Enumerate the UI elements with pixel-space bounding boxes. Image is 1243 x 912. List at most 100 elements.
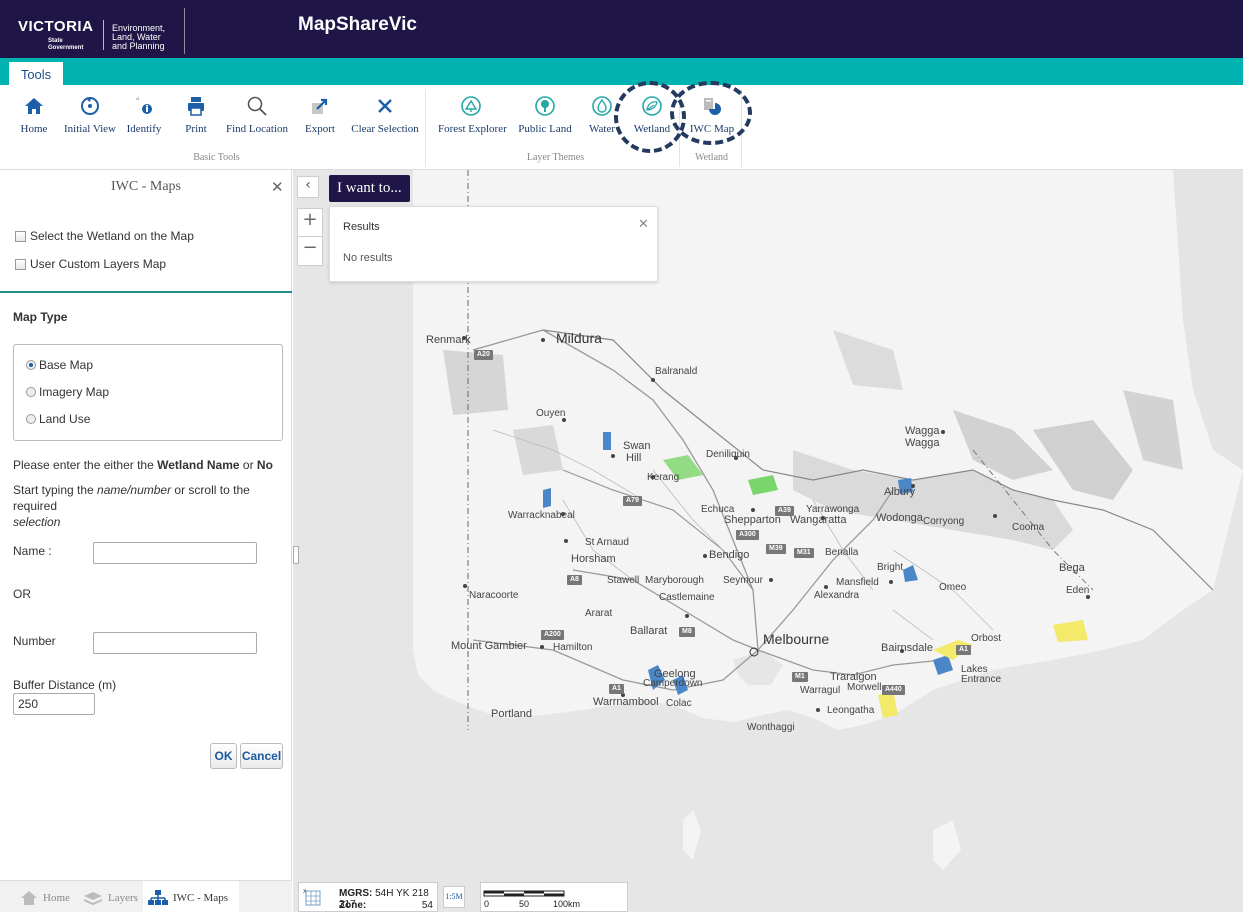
coordinate-readout[interactable]: X MGRS: 54H YK 218 317 Zone: 54 [298, 882, 438, 912]
place-label: Ouyen [536, 408, 566, 419]
print-button[interactable]: Print [176, 95, 216, 145]
instruction-no: No [256, 458, 273, 472]
buffer-input[interactable] [13, 693, 95, 715]
bottom-tab-layers[interactable]: Layers [83, 888, 138, 908]
radio-base-map[interactable]: Base Map [26, 358, 93, 372]
svg-text:X: X [303, 889, 307, 895]
place-label: St Arnaud [585, 537, 629, 548]
logo-sub: State Government [48, 38, 83, 52]
group-basic-tools: Home Initial View Identify Print Find Lo… [8, 89, 426, 167]
place-label: Entrance [961, 674, 1002, 685]
place-label: Kerang [647, 472, 680, 483]
place-label: Eden [1066, 585, 1090, 596]
logo-separator [103, 20, 104, 50]
hint-italic2: selection [13, 515, 61, 529]
place-label: Camperdown [643, 678, 703, 689]
home-icon [21, 891, 37, 905]
water-button[interactable]: Water [584, 95, 620, 145]
bottom-tab-iwc-maps-label: IWC - Maps [173, 892, 228, 904]
place-label: Warrnambool [593, 696, 659, 708]
department-name: Environment, Land, Water and Planning [112, 24, 165, 51]
clear-selection-button[interactable]: Clear Selection [348, 95, 422, 145]
radio-dot[interactable] [26, 387, 36, 397]
logo-sub-line2: Government [48, 45, 84, 51]
road-shield: A79 [623, 496, 642, 506]
map-view[interactable]: Renmark Mildura Balranald Ouyen Swan Hil… [293, 170, 1243, 912]
forest-icon [461, 96, 481, 116]
scale-toggle-button[interactable]: 1:5M [443, 886, 465, 908]
iwc-map-label: IWC Map [689, 123, 735, 135]
scale-label-0: 0 [484, 899, 490, 909]
iwc-map-button[interactable]: IWC Map [686, 95, 738, 145]
place-label: Wangaratta [790, 514, 847, 526]
zone-line: Zone: 54 [339, 900, 433, 911]
tree-icon [535, 96, 555, 116]
road-shield: A200 [541, 630, 564, 640]
bottom-tab-iwc-maps[interactable]: IWC - Maps [148, 888, 228, 908]
search-icon [247, 96, 267, 116]
checkbox-box[interactable] [15, 258, 26, 270]
road-shield: A1 [956, 645, 971, 655]
results-close-icon[interactable]: ✕ [638, 217, 649, 232]
place-label: Deniliquin [706, 449, 750, 460]
home-button[interactable]: Home [14, 95, 54, 145]
place-label: Horsham [571, 553, 616, 565]
panel-splitter-handle[interactable] [293, 546, 299, 564]
place-label: Alexandra [814, 590, 860, 601]
place-label: Hamilton [553, 642, 593, 653]
print-label: Print [185, 123, 207, 135]
place-label: Melbourne [763, 631, 830, 647]
custom-layers-checkbox[interactable]: User Custom Layers Map [15, 257, 166, 271]
bottom-tab-home[interactable]: Home [20, 888, 70, 908]
radio-land-use[interactable]: Land Use [26, 412, 90, 426]
victoria-logo[interactable]: VICTORIA State Government Environment, L… [10, 8, 185, 54]
bottom-tab-bar: Home Layers IWC - Maps [0, 880, 292, 912]
ok-button[interactable]: OK [210, 743, 237, 769]
identify-button[interactable]: Identify [122, 95, 166, 145]
hint-prefix: Start typing the [13, 483, 98, 497]
place-label: Wagga [905, 425, 940, 437]
results-title: Results [343, 221, 380, 233]
radio-dot[interactable] [26, 414, 36, 424]
sitemap-icon [148, 890, 168, 905]
public-land-button[interactable]: Public Land [516, 95, 574, 145]
place-label: Balranald [655, 366, 698, 377]
export-button[interactable]: Export [300, 95, 340, 145]
results-panel: Results ✕ No results [329, 206, 658, 282]
select-wetland-checkbox[interactable]: Select the Wetland on the Map [15, 229, 194, 243]
name-input[interactable] [93, 542, 257, 564]
number-input[interactable] [93, 632, 257, 654]
road-shield: M8 [679, 627, 695, 637]
place-label: Renmark [426, 334, 471, 346]
checkbox-box[interactable] [15, 230, 26, 242]
tab-tools[interactable]: Tools [9, 62, 63, 85]
section-divider [0, 291, 292, 293]
radio-dot[interactable] [26, 360, 36, 370]
i-want-to-button[interactable]: I want to... [329, 175, 410, 202]
forest-explorer-button[interactable]: Forest Explorer [438, 95, 507, 145]
zoom-out-button[interactable]: − [298, 237, 322, 265]
scale-label-100: 100km [553, 899, 581, 909]
instruction-mid: or [239, 458, 257, 472]
place-label: Castlemaine [659, 592, 715, 603]
find-location-button[interactable]: Find Location [224, 95, 290, 145]
iwc-maps-panel: IWC - Maps ✕ Select the Wetland on the M… [0, 170, 292, 912]
wetland-button[interactable]: Wetland [628, 95, 676, 145]
place-label: Shepparton [724, 514, 781, 526]
road-shield: A8 [567, 575, 582, 585]
place-label: Naracoorte [469, 590, 519, 601]
name-label: Name : [13, 544, 52, 558]
place-label: Warracknabeal [508, 510, 575, 521]
initial-view-button[interactable]: Initial View [60, 95, 120, 145]
no-results-text: No results [343, 252, 393, 264]
collapse-panel-button[interactable]: ‹ [297, 176, 319, 198]
place-label: Ararat [585, 608, 613, 619]
zoom-in-button[interactable]: + [298, 209, 322, 237]
identify-label: Identify [126, 123, 162, 135]
road-shield: A1 [609, 684, 624, 694]
panel-close-icon[interactable]: ✕ [271, 178, 284, 196]
identify-icon [136, 97, 152, 114]
layers-icon [83, 892, 103, 906]
radio-imagery-map[interactable]: Imagery Map [26, 385, 109, 399]
cancel-button[interactable]: Cancel [240, 743, 283, 769]
